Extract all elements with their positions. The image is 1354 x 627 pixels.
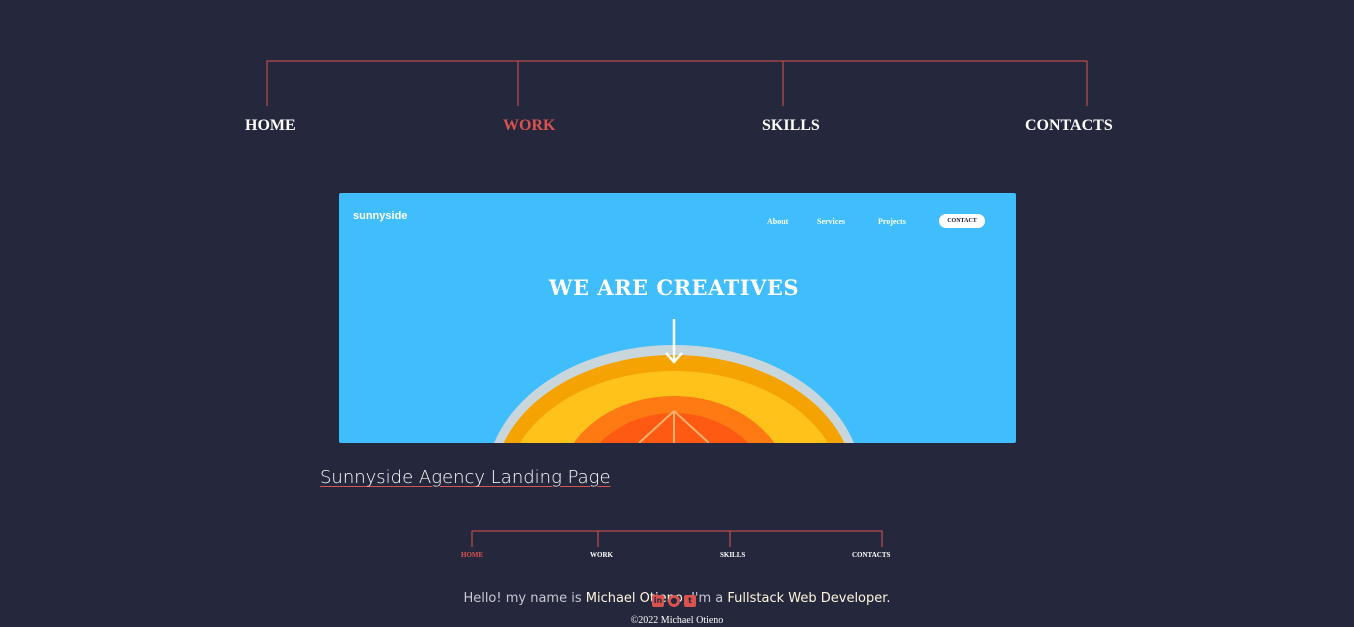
linkedin-icon[interactable]: in — [652, 595, 664, 607]
twitter-icon[interactable]: t — [684, 595, 696, 607]
github-icon[interactable]: ● — [668, 595, 680, 607]
footer-nav-skills[interactable]: SKILLS — [720, 551, 745, 559]
preview-headline: WE ARE CREATIVES — [548, 275, 800, 300]
top-nav-connector-lines — [266, 60, 1088, 106]
intro-prefix: Hello! my name is — [463, 591, 586, 606]
footer-nav-contacts[interactable]: CONTACTS — [852, 551, 890, 559]
portfolio-page: HOME WORK SKILLS CONTACTS sunnyside Abou… — [0, 0, 1354, 627]
preview-logo: sunnyside — [353, 210, 408, 222]
footer-nav-home[interactable]: HOME — [461, 551, 483, 559]
project-title-link[interactable]: Sunnyside Agency Landing Page — [320, 467, 611, 488]
preview-contact-button: CONTACT — [939, 214, 985, 228]
copyright-text: ©2022 Michael Otieno — [630, 615, 724, 626]
arrow-down-icon — [665, 319, 683, 364]
project-preview-image[interactable]: sunnyside About Services Projects CONTAC… — [339, 193, 1016, 443]
preview-nav-projects: Projects — [878, 217, 906, 226]
social-links: in ● t — [652, 595, 696, 607]
top-nav-skills[interactable]: SKILLS — [762, 117, 820, 135]
footer-nav-connector-lines — [471, 530, 883, 547]
top-nav-work[interactable]: WORK — [503, 117, 555, 135]
top-nav-home[interactable]: HOME — [245, 117, 296, 135]
preview-nav-services: Services — [817, 217, 845, 226]
author-role: Fullstack Web Developer. — [727, 591, 891, 606]
top-nav-contacts[interactable]: CONTACTS — [1025, 117, 1113, 135]
preview-nav-about: About — [767, 217, 789, 226]
footer-nav-work[interactable]: WORK — [590, 551, 613, 559]
